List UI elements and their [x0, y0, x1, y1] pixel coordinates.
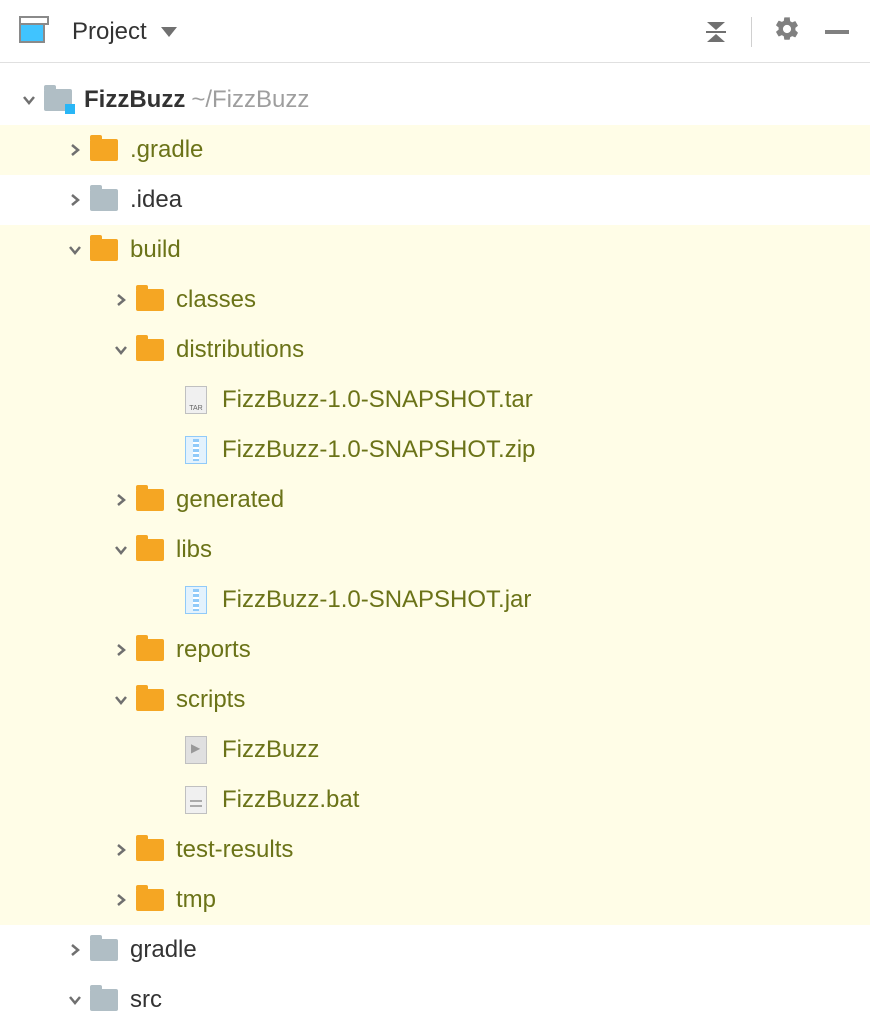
tree-node-libs[interactable]: libs: [0, 525, 870, 575]
tree-node-script-bat[interactable]: FizzBuzz.bat: [0, 775, 870, 825]
jar-file-icon: [182, 588, 210, 612]
folder-icon: [90, 238, 118, 262]
dropdown-arrow-icon: [161, 27, 177, 37]
tree-node-libs-jar[interactable]: FizzBuzz-1.0-SNAPSHOT.jar: [0, 575, 870, 625]
node-label: FizzBuzz: [222, 736, 319, 764]
node-label: FizzBuzz.bat: [222, 786, 359, 814]
node-label: src: [130, 986, 162, 1014]
project-selector[interactable]: Project: [18, 18, 177, 46]
project-tree: FizzBuzz ~/FizzBuzz .gradle .idea build …: [0, 63, 870, 1025]
expand-arrow-icon[interactable]: [106, 342, 136, 358]
expand-arrow-icon[interactable]: [106, 292, 136, 308]
node-label: distributions: [176, 336, 304, 364]
node-label: generated: [176, 486, 284, 514]
minimize-button[interactable]: [822, 17, 852, 47]
tree-node-root[interactable]: FizzBuzz ~/FizzBuzz: [0, 75, 870, 125]
text-file-icon: [182, 788, 210, 812]
tree-node-build[interactable]: build: [0, 225, 870, 275]
expand-arrow-icon[interactable]: [106, 542, 136, 558]
tree-node-distributions[interactable]: distributions: [0, 325, 870, 375]
node-label: reports: [176, 636, 251, 664]
expand-arrow-icon[interactable]: [106, 692, 136, 708]
project-title: Project: [72, 18, 147, 46]
collapse-all-button[interactable]: [701, 17, 731, 47]
tree-node-generated[interactable]: generated: [0, 475, 870, 525]
folder-icon: [90, 938, 118, 962]
tree-node-reports[interactable]: reports: [0, 625, 870, 675]
settings-button[interactable]: [772, 17, 802, 47]
tree-node-idea[interactable]: .idea: [0, 175, 870, 225]
node-label: .idea: [130, 186, 182, 214]
node-label: gradle: [130, 936, 197, 964]
expand-arrow-icon[interactable]: [106, 492, 136, 508]
node-label: FizzBuzz-1.0-SNAPSHOT.tar: [222, 386, 533, 414]
node-label: scripts: [176, 686, 245, 714]
tree-node-dist-zip[interactable]: FizzBuzz-1.0-SNAPSHOT.zip: [0, 425, 870, 475]
tree-node-src[interactable]: src: [0, 975, 870, 1025]
node-label: FizzBuzz-1.0-SNAPSHOT.jar: [222, 586, 531, 614]
zip-file-icon: [182, 438, 210, 462]
node-label: test-results: [176, 836, 293, 864]
folder-icon: [136, 888, 164, 912]
expand-arrow-icon[interactable]: [106, 892, 136, 908]
folder-icon: [90, 138, 118, 162]
expand-arrow-icon[interactable]: [106, 842, 136, 858]
tree-node-scripts[interactable]: scripts: [0, 675, 870, 725]
expand-arrow-icon[interactable]: [60, 142, 90, 158]
expand-arrow-icon[interactable]: [60, 992, 90, 1008]
tree-node-test-results[interactable]: test-results: [0, 825, 870, 875]
node-label: .gradle: [130, 136, 203, 164]
expand-arrow-icon[interactable]: [106, 642, 136, 658]
expand-arrow-icon[interactable]: [60, 942, 90, 958]
minimize-icon: [825, 30, 849, 34]
tree-node-tmp[interactable]: tmp: [0, 875, 870, 925]
tree-node-script-sh[interactable]: FizzBuzz: [0, 725, 870, 775]
tree-node-dist-tar[interactable]: FizzBuzz-1.0-SNAPSHOT.tar: [0, 375, 870, 425]
node-label: tmp: [176, 886, 216, 914]
node-label: libs: [176, 536, 212, 564]
folder-icon: [136, 638, 164, 662]
folder-icon: [136, 338, 164, 362]
folder-icon: [136, 838, 164, 862]
node-label: FizzBuzz-1.0-SNAPSHOT.zip: [222, 436, 535, 464]
expand-arrow-icon[interactable]: [14, 92, 44, 108]
folder-icon: [90, 188, 118, 212]
folder-icon: [136, 688, 164, 712]
folder-icon: [136, 288, 164, 312]
tree-node-gradle[interactable]: gradle: [0, 925, 870, 975]
project-icon: [18, 20, 46, 44]
node-label: classes: [176, 286, 256, 314]
divider: [751, 17, 752, 47]
expand-arrow-icon[interactable]: [60, 242, 90, 258]
tree-node-gradle-dot[interactable]: .gradle: [0, 125, 870, 175]
gear-icon: [773, 15, 801, 50]
node-label: build: [130, 236, 181, 264]
node-path: ~/FizzBuzz: [191, 86, 309, 114]
tar-file-icon: [182, 388, 210, 412]
project-panel-header: Project: [0, 0, 870, 63]
shell-file-icon: [182, 738, 210, 762]
node-label: FizzBuzz: [84, 86, 185, 114]
tree-node-classes[interactable]: classes: [0, 275, 870, 325]
folder-icon: [136, 488, 164, 512]
collapse-all-icon: [704, 20, 728, 44]
folder-icon: [90, 988, 118, 1012]
expand-arrow-icon[interactable]: [60, 192, 90, 208]
folder-icon: [136, 538, 164, 562]
module-folder-icon: [44, 88, 72, 112]
